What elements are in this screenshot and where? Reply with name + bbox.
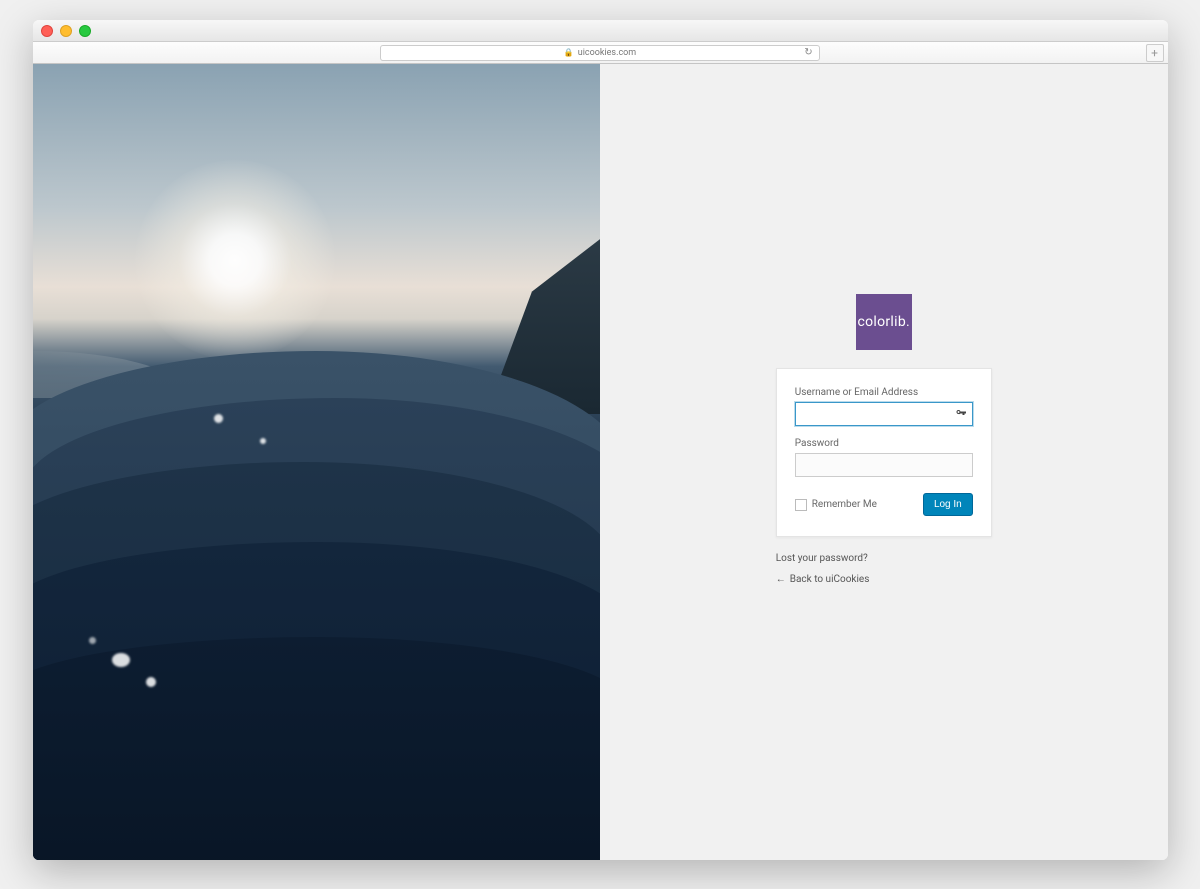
- maximize-window-button[interactable]: [79, 25, 91, 37]
- window-titlebar: [33, 20, 1168, 42]
- username-label: Username or Email Address: [795, 387, 973, 398]
- browser-toolbar: 🔒 uicookies.com ↻ +: [33, 42, 1168, 64]
- sparkle: [260, 438, 266, 444]
- login-form: Username or Email Address Password Remem…: [776, 368, 992, 537]
- close-window-button[interactable]: [41, 25, 53, 37]
- sparkle: [146, 677, 156, 687]
- wave: [33, 637, 601, 860]
- new-tab-button[interactable]: +: [1146, 44, 1164, 62]
- back-link-text: Back to uiCookies: [790, 574, 870, 585]
- password-input[interactable]: [795, 453, 973, 477]
- sun-glow: [135, 160, 335, 360]
- login-button[interactable]: Log In: [923, 493, 973, 516]
- hero-image: [33, 64, 601, 860]
- window-controls: [41, 25, 91, 37]
- brand-logo-text: colorlib.: [857, 314, 910, 330]
- minimize-window-button[interactable]: [60, 25, 72, 37]
- arrow-left-icon: ←: [776, 574, 786, 585]
- lock-icon: 🔒: [564, 48, 574, 57]
- brand-logo[interactable]: colorlib.: [856, 294, 912, 350]
- password-label: Password: [795, 438, 973, 449]
- reload-button[interactable]: ↻: [802, 46, 816, 60]
- login-panel: colorlib. Username or Email Address Pass…: [600, 64, 1168, 860]
- username-input[interactable]: [795, 402, 973, 426]
- browser-window: 🔒 uicookies.com ↻ + colorlib.: [33, 20, 1168, 860]
- page-content: colorlib. Username or Email Address Pass…: [33, 64, 1168, 860]
- remember-me[interactable]: Remember Me: [795, 499, 877, 511]
- secondary-links: Lost your password? ← Back to uiCookies: [776, 553, 992, 595]
- lost-password-link[interactable]: Lost your password?: [776, 553, 992, 564]
- address-bar[interactable]: 🔒 uicookies.com: [380, 45, 820, 61]
- back-to-site-link[interactable]: ← Back to uiCookies: [776, 574, 992, 585]
- url-host: uicookies.com: [578, 48, 636, 58]
- remember-label: Remember Me: [812, 499, 877, 510]
- username-input-wrap: [795, 402, 973, 438]
- form-footer: Remember Me Log In: [795, 493, 973, 516]
- remember-checkbox[interactable]: [795, 499, 807, 511]
- sparkle: [112, 653, 130, 667]
